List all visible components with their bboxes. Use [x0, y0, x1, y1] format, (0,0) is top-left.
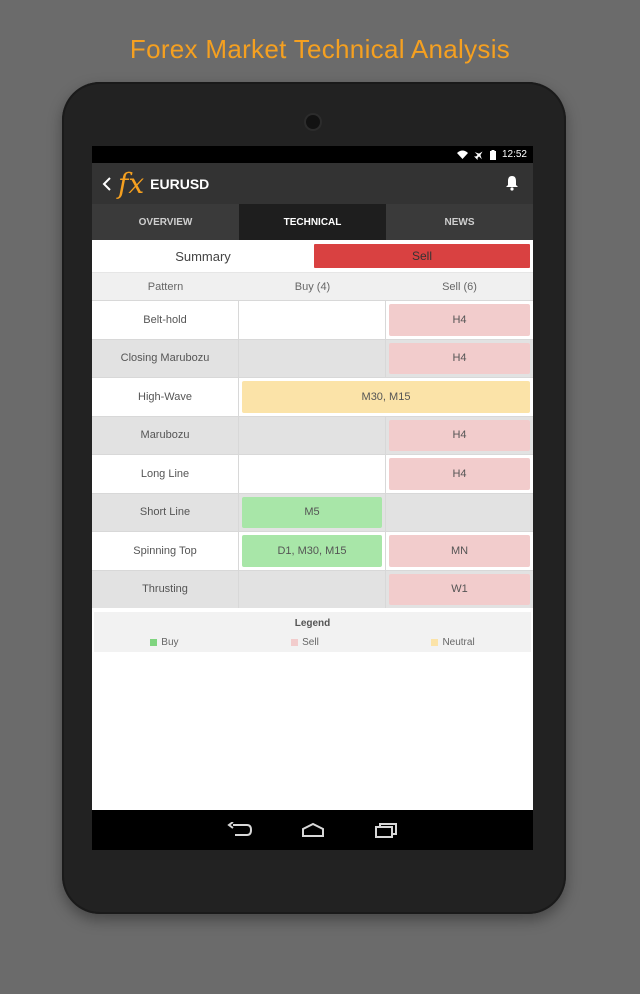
legend: Legend Buy Sell Neutral [94, 612, 531, 652]
navigation-bar [92, 810, 533, 850]
pattern-name: Long Line [92, 455, 239, 493]
buy-cell [239, 301, 386, 339]
pattern-name: Closing Marubozu [92, 339, 239, 377]
app-logo[interactable]: fx [118, 169, 144, 198]
sell-chip: H4 [389, 419, 530, 451]
pattern-name: Marubozu [92, 416, 239, 454]
table-row[interactable]: Belt-hold H4 [92, 300, 533, 339]
header-buy: Buy (4) [294, 280, 331, 293]
airplane-icon [474, 150, 484, 160]
legend-label: Buy [161, 637, 179, 648]
tablet-frame: 12:52 fx EURUSD OVERVIEW TECHNICAL NEWS … [62, 82, 566, 914]
wifi-icon [456, 150, 468, 159]
summary-label: Summary [175, 248, 231, 264]
table-row[interactable]: Marubozu H4 [92, 415, 533, 455]
bell-icon[interactable] [505, 175, 519, 196]
sell-cell: H4 [386, 455, 533, 493]
legend-item-buy: Buy [150, 637, 179, 648]
home-nav-icon[interactable] [299, 822, 327, 838]
table-row[interactable]: High-Wave M30, M15 [92, 377, 533, 416]
sell-cell: W1 [386, 571, 533, 609]
battery-icon [489, 149, 496, 160]
status-bar: 12:52 [92, 146, 533, 163]
buy-cell [239, 570, 386, 608]
table-header: Pattern Buy (4) Sell (6) [92, 273, 533, 300]
sell-chip: MN [389, 535, 530, 567]
camera [306, 115, 320, 129]
sell-cell: H4 [386, 417, 533, 455]
sell-cell: MN [386, 532, 533, 570]
table-row[interactable]: Spinning Top D1, M30, M15 MN [92, 531, 533, 570]
buy-chip: M5 [242, 496, 382, 528]
sell-chip: H4 [389, 304, 530, 336]
legend-swatch-neutral [431, 639, 439, 646]
legend-label: Sell [302, 637, 319, 648]
table-row[interactable]: Short Line M5 [92, 492, 533, 532]
screen: 12:52 fx EURUSD OVERVIEW TECHNICAL NEWS … [92, 146, 533, 850]
buy-cell [239, 455, 386, 493]
promo-title: Forex Market Technical Analysis [129, 34, 511, 64]
sell-cell: H4 [386, 301, 533, 339]
table-row[interactable]: Thrusting W1 [92, 569, 533, 609]
pattern-name: Thrusting [92, 570, 239, 608]
legend-label: Neutral [442, 637, 475, 648]
pattern-name: High-Wave [92, 378, 239, 416]
back-nav-icon[interactable] [226, 822, 253, 838]
legend-title: Legend [294, 618, 331, 629]
action-bar: fx EURUSD [92, 163, 533, 204]
header-pattern: Pattern [147, 280, 184, 293]
recents-nav-icon[interactable] [373, 822, 399, 838]
legend-item-neutral: Neutral [431, 637, 475, 648]
neutral-cell: M30, M15 [239, 378, 533, 416]
sell-chip: H4 [389, 458, 530, 490]
sell-chip: W1 [389, 573, 530, 605]
buy-chip: D1, M30, M15 [242, 535, 382, 567]
summary-row: Summary Sell [92, 240, 533, 273]
tab-bar: OVERVIEW TECHNICAL NEWS [92, 204, 533, 240]
pattern-name: Spinning Top [92, 532, 239, 570]
table-row[interactable]: Long Line H4 [92, 454, 533, 493]
tab-news[interactable]: NEWS [386, 204, 533, 240]
tab-technical[interactable]: TECHNICAL [239, 204, 386, 240]
header-sell: Sell (6) [442, 280, 477, 293]
page-title: EURUSD [150, 175, 210, 192]
sell-chip: H4 [389, 342, 530, 374]
table-row[interactable]: Closing Marubozu H4 [92, 338, 533, 378]
legend-items: Buy Sell Neutral [94, 637, 531, 648]
buy-cell [239, 416, 386, 454]
pattern-name: Short Line [92, 493, 239, 531]
buy-cell: D1, M30, M15 [239, 532, 386, 570]
neutral-chip: M30, M15 [242, 381, 530, 413]
buy-cell: M5 [239, 493, 386, 531]
sell-cell: H4 [386, 340, 533, 378]
sell-cell [386, 494, 533, 532]
legend-swatch-buy [150, 639, 158, 646]
legend-item-sell: Sell [291, 637, 319, 648]
summary-signal-badge: Sell [314, 244, 530, 268]
back-chevron-icon[interactable] [96, 163, 118, 204]
buy-cell [239, 339, 386, 377]
pattern-table: Pattern Buy (4) Sell (6) Belt-hold H4 Cl… [92, 273, 533, 608]
pattern-name: Belt-hold [92, 301, 239, 339]
legend-swatch-sell [291, 639, 299, 646]
tab-overview[interactable]: OVERVIEW [92, 204, 239, 240]
status-time: 12:52 [501, 149, 527, 160]
